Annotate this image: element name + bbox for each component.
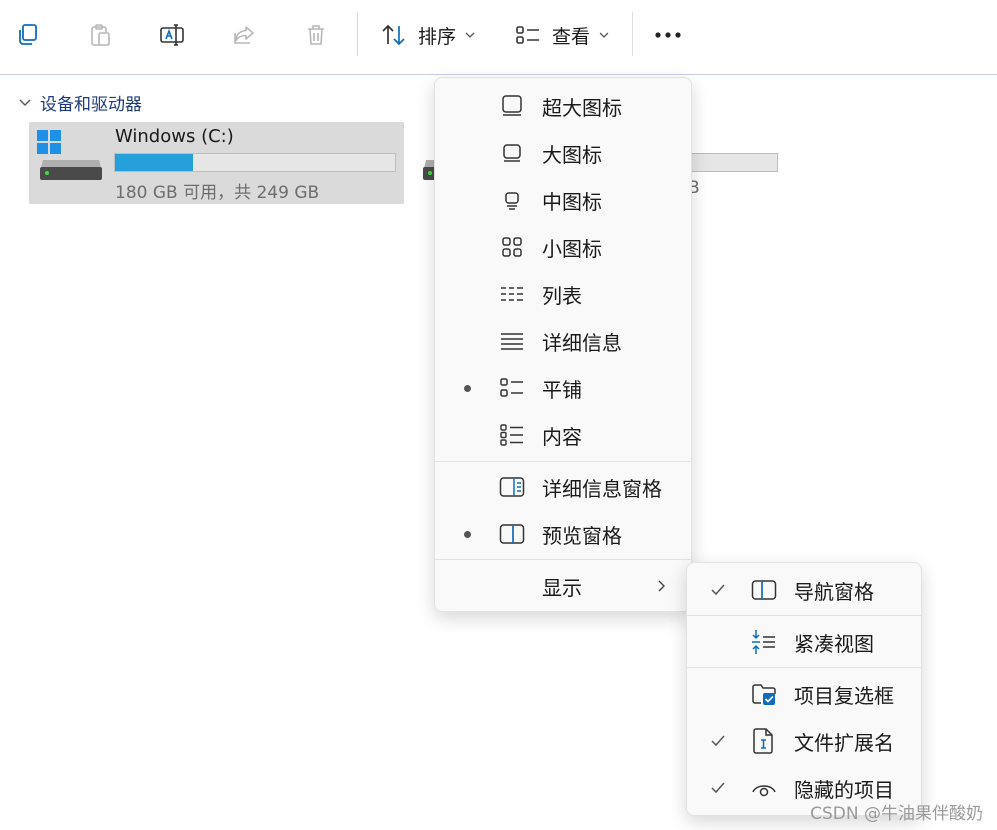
menu-item-label: 超大图标 xyxy=(542,95,622,120)
submenu-item-item-checkboxes[interactable]: 项目复选框 xyxy=(687,678,921,710)
submenu-item-label: 文件扩展名 xyxy=(794,730,894,755)
paste-icon xyxy=(86,21,114,49)
menu-item-label: 小图标 xyxy=(542,236,602,261)
menu-item-details-pane[interactable]: 详细信息窗格 xyxy=(435,471,691,503)
hard-drive-icon xyxy=(39,156,103,186)
menu-item-label: 详细信息 xyxy=(542,330,622,355)
delete-button[interactable] xyxy=(302,14,330,56)
medium-icons-icon xyxy=(499,187,525,213)
delete-icon xyxy=(302,21,330,49)
watermark: CSDN @牛油果伴酸奶 xyxy=(810,804,983,824)
paste-button[interactable] xyxy=(86,14,114,56)
menu-separator xyxy=(435,461,691,462)
drive-tile-c[interactable]: Windows (C:) 180 GB 可用，共 249 GB xyxy=(29,122,404,204)
toolbar-separator xyxy=(357,12,358,56)
menu-item-show[interactable]: 显示 xyxy=(435,570,691,602)
menu-separator xyxy=(687,667,921,668)
menu-item-label: 大图标 xyxy=(542,142,602,167)
selected-bullet-icon xyxy=(464,530,471,538)
view-dropdown-menu: 超大图标 大图标 中图标 小图标 列表 详细信息 平铺 内容 详细信息窗格 预览… xyxy=(434,77,692,612)
menu-item-details[interactable]: 详细信息 xyxy=(435,325,691,357)
menu-item-preview-pane[interactable]: 预览窗格 xyxy=(435,518,691,550)
tiles-icon xyxy=(499,375,525,401)
more-icon xyxy=(654,21,682,49)
item-checkbox-icon xyxy=(751,681,777,707)
rename-icon xyxy=(158,21,186,49)
content-icon xyxy=(499,422,525,448)
menu-item-label: 详细信息窗格 xyxy=(542,476,662,501)
submenu-item-navigation-pane[interactable]: 导航窗格 xyxy=(687,574,921,606)
chevron-down-icon xyxy=(464,29,476,41)
sort-icon xyxy=(380,21,408,49)
submenu-item-label: 紧凑视图 xyxy=(794,631,874,656)
show-submenu: 导航窗格 紧凑视图 项目复选框 文件扩展名 隐藏的项目 xyxy=(686,562,922,816)
details-pane-icon xyxy=(499,474,525,500)
menu-separator xyxy=(435,559,691,560)
menu-item-medium-icons[interactable]: 中图标 xyxy=(435,184,691,216)
small-icons-icon xyxy=(499,234,525,260)
view-icon xyxy=(514,21,542,49)
submenu-item-file-extensions[interactable]: 文件扩展名 xyxy=(687,725,921,757)
menu-separator xyxy=(687,615,921,616)
windows-logo-icon xyxy=(37,130,61,158)
command-bar: 排序 查看 xyxy=(0,0,997,75)
view-button[interactable]: 查看 xyxy=(514,14,610,56)
menu-item-label: 预览窗格 xyxy=(542,523,622,548)
drive-usage-fill xyxy=(115,154,193,171)
checkmark-icon xyxy=(710,583,726,597)
details-icon xyxy=(499,328,525,354)
selected-bullet-icon xyxy=(464,384,471,392)
submenu-item-label: 导航窗格 xyxy=(794,579,874,604)
compact-view-icon xyxy=(751,629,777,655)
copy-button[interactable] xyxy=(14,14,42,56)
drive-space-info: 180 GB 可用，共 249 GB xyxy=(115,183,320,203)
navigation-pane-icon xyxy=(751,577,777,603)
devices-group-header[interactable]: 设备和驱动器 xyxy=(18,90,142,115)
share-button[interactable] xyxy=(230,14,258,56)
copy-icon xyxy=(14,21,42,49)
group-title: 设备和驱动器 xyxy=(40,95,142,115)
menu-item-list[interactable]: 列表 xyxy=(435,278,691,310)
menu-item-label: 平铺 xyxy=(542,377,582,402)
submenu-item-compact-view[interactable]: 紧凑视图 xyxy=(687,626,921,658)
view-label: 查看 xyxy=(552,25,591,48)
menu-item-label: 中图标 xyxy=(542,189,602,214)
sort-button[interactable]: 排序 xyxy=(380,14,476,56)
rename-button[interactable] xyxy=(158,14,186,56)
chevron-down-icon xyxy=(18,96,32,110)
list-icon xyxy=(499,281,525,307)
share-icon xyxy=(230,21,258,49)
menu-item-label: 内容 xyxy=(542,424,582,449)
checkmark-icon xyxy=(710,734,726,748)
drive-name: Windows (C:) xyxy=(115,126,234,147)
sort-label: 排序 xyxy=(418,25,457,48)
more-options-button[interactable] xyxy=(654,14,682,56)
toolbar-separator xyxy=(632,12,633,56)
menu-item-small-icons[interactable]: 小图标 xyxy=(435,231,691,263)
large-icons-icon xyxy=(499,140,525,166)
preview-pane-icon xyxy=(499,521,525,547)
menu-item-content[interactable]: 内容 xyxy=(435,419,691,451)
hidden-items-icon xyxy=(751,775,777,801)
extra-large-icons-icon xyxy=(499,93,525,119)
chevron-right-icon xyxy=(655,579,667,593)
file-extension-icon xyxy=(751,728,777,754)
submenu-item-label: 项目复选框 xyxy=(794,683,894,708)
menu-item-extra-large-icons[interactable]: 超大图标 xyxy=(435,90,691,122)
menu-item-label: 显示 xyxy=(542,575,582,600)
menu-item-tiles[interactable]: 平铺 xyxy=(435,372,691,404)
drive-usage-bar xyxy=(114,153,396,172)
chevron-down-icon xyxy=(598,29,610,41)
checkmark-icon xyxy=(710,781,726,795)
menu-item-label: 列表 xyxy=(542,283,582,308)
menu-item-large-icons[interactable]: 大图标 xyxy=(435,137,691,169)
